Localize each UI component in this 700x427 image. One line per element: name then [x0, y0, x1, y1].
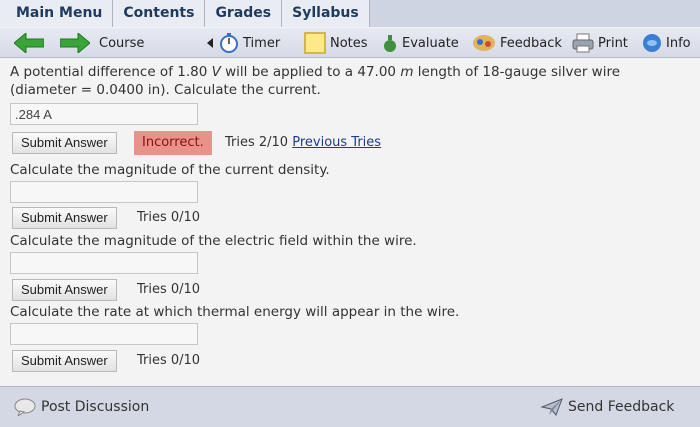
post-discussion-label: Post Discussion: [41, 399, 150, 415]
unit-v: V: [211, 64, 221, 80]
problem-text-4: (diameter = 0.0400 in). Calculate the cu…: [10, 82, 321, 98]
question-3: Calculate the magnitude of the electric …: [10, 233, 417, 249]
problem-text-2: will be applied to a 47.00: [220, 64, 401, 80]
info-label: Info: [666, 35, 691, 51]
evaluate-button[interactable]: Evaluate: [382, 28, 459, 58]
tab-syllabus[interactable]: Syllabus: [282, 0, 370, 27]
tab-bar-spacer: [369, 0, 700, 27]
notes-label: Notes: [330, 35, 368, 51]
forward-arrow-icon[interactable]: [60, 33, 90, 53]
back-arrow-icon[interactable]: [14, 33, 44, 53]
info-icon: [643, 34, 661, 52]
tries-counter-3: Tries 0/10: [137, 282, 201, 297]
question-4: Calculate the rate at which thermal ener…: [10, 304, 460, 320]
problem-text-3: length of 18-gauge silver wire: [413, 64, 621, 80]
problem-text-1: A potential difference of 1.80: [10, 64, 212, 80]
print-label: Print: [598, 35, 628, 51]
notes-button[interactable]: Notes: [304, 28, 368, 58]
incorrect-badge: Incorrect.: [134, 131, 212, 155]
course-label: Course: [99, 35, 145, 51]
unit-m: m: [400, 64, 414, 80]
evaluate-icon: [384, 35, 396, 52]
tries-counter-4: Tries 0/10: [137, 353, 201, 368]
tries-counter-2: Tries 0/10: [137, 210, 201, 225]
discussion-icon: [14, 398, 36, 416]
send-feedback-button[interactable]: Send Feedback: [540, 397, 674, 417]
feedback-icon: [473, 35, 495, 51]
main-tab-bar: Main Menu Contents Grades Syllabus: [0, 0, 700, 27]
tries-counter-1: Tries 2/10 Previous Tries: [225, 132, 381, 154]
answer-input-4[interactable]: [10, 323, 198, 345]
send-feedback-icon: [540, 398, 563, 416]
printer-icon: [572, 33, 594, 53]
submit-answer-button-4[interactable]: Submit Answer: [12, 350, 117, 372]
problem-statement: A potential difference of 1.80 V will be…: [10, 63, 690, 99]
print-button[interactable]: Print: [572, 28, 628, 58]
tab-grades[interactable]: Grades: [205, 0, 283, 27]
bottom-bar: Post Discussion Send Feedback: [0, 386, 700, 427]
feedback-button[interactable]: Feedback: [472, 28, 562, 58]
collapse-left-icon: [207, 38, 213, 48]
submit-answer-button-3[interactable]: Submit Answer: [12, 279, 117, 301]
tries-text-1: Tries 2/10: [225, 135, 289, 150]
submit-answer-button-2[interactable]: Submit Answer: [12, 207, 117, 229]
timer-icon: [220, 33, 238, 53]
question-2: Calculate the magnitude of the current d…: [10, 162, 330, 178]
course-link[interactable]: Course: [99, 28, 144, 58]
timer-button[interactable]: Timer: [205, 28, 280, 58]
previous-tries-link[interactable]: Previous Tries: [292, 135, 381, 150]
tab-contents[interactable]: Contents: [113, 0, 206, 27]
feedback-label: Feedback: [500, 35, 562, 51]
answer-input-2[interactable]: [10, 181, 198, 203]
submit-answer-button-1[interactable]: Submit Answer: [12, 132, 117, 154]
evaluate-label: Evaluate: [402, 35, 459, 51]
answer-input-3[interactable]: [10, 252, 198, 274]
timer-label: Timer: [243, 35, 281, 51]
toolbar: Course Timer Notes Evaluate Feedback Pri…: [0, 28, 700, 58]
tab-main-menu[interactable]: Main Menu: [0, 0, 114, 27]
notes-icon: [304, 32, 326, 54]
send-feedback-label: Send Feedback: [568, 399, 675, 415]
answer-input-1[interactable]: .284 A: [10, 103, 198, 125]
info-button[interactable]: Info: [642, 28, 691, 58]
post-discussion-button[interactable]: Post Discussion: [14, 397, 149, 417]
